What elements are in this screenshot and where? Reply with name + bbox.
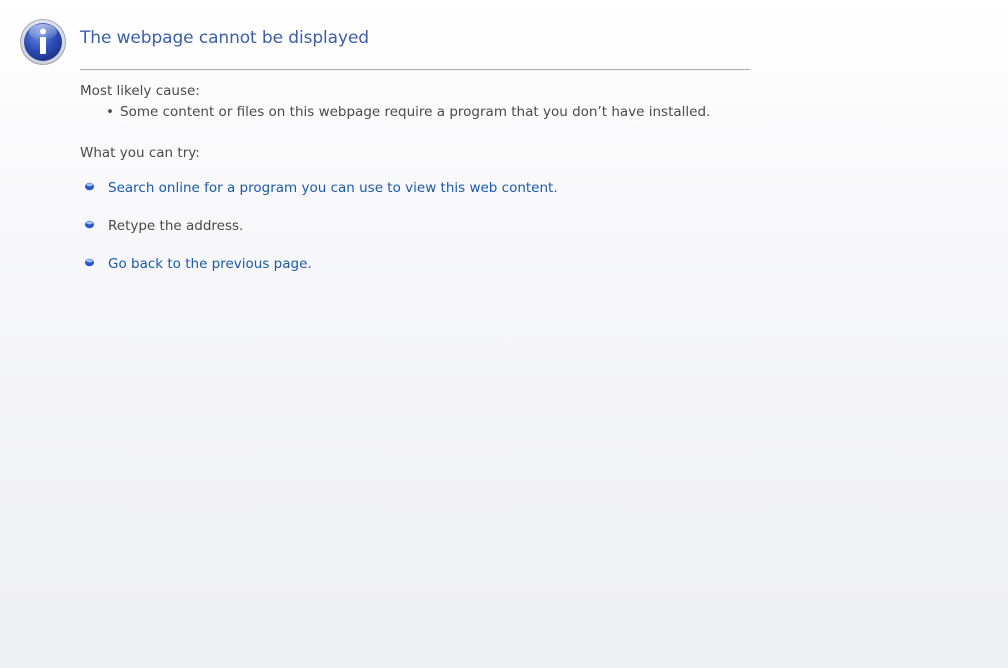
bullet-dot: •	[106, 104, 114, 120]
bullet-icon	[85, 220, 94, 229]
try-heading: What you can try:	[80, 145, 200, 161]
cause-item: • Some content or files on this webpage r…	[106, 104, 710, 120]
cause-heading: Most likely cause:	[80, 83, 200, 99]
page-title: The webpage cannot be displayed	[80, 28, 369, 48]
bullet-icon	[85, 182, 94, 191]
info-icon	[20, 19, 66, 65]
search-online-link[interactable]: Search online for a program you can use …	[108, 180, 558, 196]
cause-item-text: Some content or files on this webpage re…	[120, 104, 711, 120]
bullet-icon	[85, 258, 94, 267]
retype-address-text: Retype the address.	[108, 218, 244, 234]
divider	[80, 69, 750, 70]
go-back-link[interactable]: Go back to the previous page.	[108, 256, 312, 272]
